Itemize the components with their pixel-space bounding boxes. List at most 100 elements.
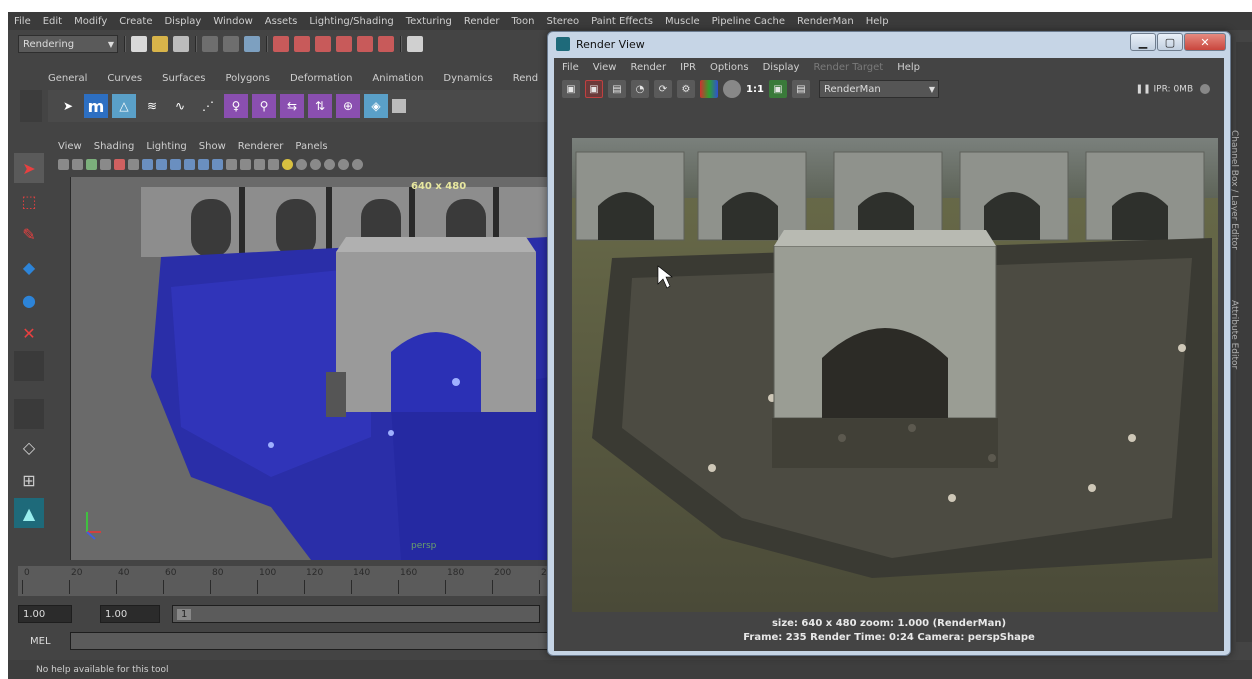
alpha-channel-icon[interactable] [723,80,741,98]
menu-lighting-shading[interactable]: Lighting/Shading [309,16,393,27]
vp-menu-shading[interactable]: Shading [94,141,135,152]
maximize-button[interactable]: ▢ [1157,33,1183,51]
start-time-field[interactable]: 1.00 [18,605,72,623]
close-button[interactable]: ✕ [1184,33,1226,51]
agent-brain-icon[interactable]: ◈ [364,94,388,118]
menu-muscle[interactable]: Muscle [665,16,700,27]
snap-magnet-icon[interactable] [378,36,394,52]
agent-group-icon[interactable]: ⚲ [252,94,276,118]
shadows-icon[interactable] [268,158,279,170]
rv-menu-options[interactable]: Options [710,62,749,73]
film-gate-icon[interactable] [128,158,139,170]
mel-label[interactable]: MEL [18,636,70,647]
agent-action-icon[interactable]: ⊕ [336,94,360,118]
keep-image-icon[interactable]: ▣ [769,80,787,98]
shelf-tab-general[interactable]: General [48,73,87,84]
rv-menu-view[interactable]: View [593,62,617,73]
antialias-icon[interactable] [338,158,349,170]
menu-stereo[interactable]: Stereo [547,16,580,27]
refresh-ipr-icon[interactable]: ⟳ [654,80,672,98]
vp-menu-renderer[interactable]: Renderer [238,141,284,152]
shelf-tab-surfaces[interactable]: Surfaces [162,73,205,84]
menu-edit[interactable]: Edit [43,16,62,27]
rv-menu-help[interactable]: Help [897,62,920,73]
redo-render-icon[interactable]: ▣ [562,80,580,98]
scale-tool-icon[interactable]: ✕ [14,318,44,348]
rv-menu-render[interactable]: Render [630,62,666,73]
select-component-icon[interactable] [244,36,260,52]
shelf-tab-dynamics[interactable]: Dynamics [443,73,492,84]
xray-icon[interactable] [226,158,237,170]
render-view-icon[interactable] [407,36,423,52]
rgb-channel-icon[interactable] [700,80,718,98]
snapshot-icon[interactable]: ▤ [608,80,626,98]
shelf-tab-animation[interactable]: Animation [372,73,423,84]
grid-toggle-icon[interactable] [114,158,125,170]
rv-menu-ipr[interactable]: IPR [680,62,696,73]
real-size-button[interactable]: 1:1 [746,80,764,98]
menu-window[interactable]: Window [213,16,252,27]
menu-texturing[interactable]: Texturing [406,16,452,27]
menu-render[interactable]: Render [464,16,500,27]
snap-point-icon[interactable] [315,36,331,52]
lights-icon[interactable] [254,158,265,170]
miarmy-shelf-icon[interactable]: ▲ [14,498,44,528]
menu-help[interactable]: Help [866,16,889,27]
save-scene-icon[interactable] [173,36,189,52]
select-arrow-icon[interactable]: ➤ [56,94,80,118]
render-region-icon[interactable]: ▣ [585,80,603,98]
ambient-occlusion-icon[interactable] [310,158,321,170]
resolution-gate-icon[interactable] [142,158,153,170]
vp-menu-view[interactable]: View [58,141,82,152]
shelf-tab-rendering[interactable]: Rend [513,73,538,84]
menu-renderman[interactable]: RenderMan [797,16,854,27]
menu-set-dropdown[interactable]: Rendering ▼ [18,35,118,53]
camera-attributes-icon[interactable] [72,158,83,170]
menu-toon[interactable]: Toon [512,16,535,27]
safe-title-icon[interactable] [170,158,181,170]
menu-create[interactable]: Create [119,16,152,27]
mel-command-input[interactable] [70,632,550,650]
vp-menu-show[interactable]: Show [199,141,226,152]
motion-blur-icon[interactable] [324,158,335,170]
new-scene-icon[interactable] [131,36,147,52]
menu-pipeline-cache[interactable]: Pipeline Cache [712,16,785,27]
pause-icon[interactable]: ❚❚ [1136,85,1154,95]
default-light-icon[interactable] [296,158,307,170]
lasso-tool-icon[interactable]: ⬚ [14,186,44,216]
current-start-field[interactable]: 1.00 [100,605,160,623]
shelf-tab-deformation[interactable]: Deformation [290,73,352,84]
path-icon[interactable]: ∿ [168,94,192,118]
wireframe-icon[interactable] [198,158,209,170]
last-tool-icon[interactable] [14,351,44,381]
select-hierarchy-icon[interactable] [202,36,218,52]
minimize-button[interactable]: ▁ [1130,33,1156,51]
particles-icon[interactable]: ⋰ [196,94,220,118]
remove-image-icon[interactable]: ▤ [792,80,810,98]
textured-icon[interactable] [240,158,251,170]
all-lights-icon[interactable] [282,158,293,170]
vp-menu-lighting[interactable]: Lighting [146,141,186,152]
rendered-image[interactable] [572,138,1218,612]
terrain-icon[interactable]: △ [112,94,136,118]
renderer-dropdown[interactable]: RenderMan ▼ [819,80,939,98]
open-scene-icon[interactable] [152,36,168,52]
paint-select-icon[interactable]: ✎ [14,219,44,249]
range-slider[interactable]: 1 [172,605,540,623]
snap-plane-icon[interactable] [336,36,352,52]
menu-file[interactable]: File [14,16,31,27]
smooth-shade-icon[interactable] [212,158,223,170]
menu-modify[interactable]: Modify [74,16,107,27]
shelf-blank-icon[interactable] [392,99,406,113]
rv-menu-display[interactable]: Display [763,62,800,73]
perspective-viewport[interactable]: 640 x 480 persp [70,177,548,560]
safe-action-icon[interactable] [156,158,167,170]
agent-formation-icon[interactable]: ⇅ [308,94,332,118]
menu-paint-effects[interactable]: Paint Effects [591,16,653,27]
miarmy-logo-icon[interactable]: m [84,94,108,118]
move-tool-icon[interactable]: ◆ [14,252,44,282]
agent-place-icon[interactable]: ⇆ [280,94,304,118]
image-plane-icon[interactable] [100,158,111,170]
render-view-titlebar[interactable]: Render View [548,32,1230,56]
snap-grid-icon[interactable] [273,36,289,52]
